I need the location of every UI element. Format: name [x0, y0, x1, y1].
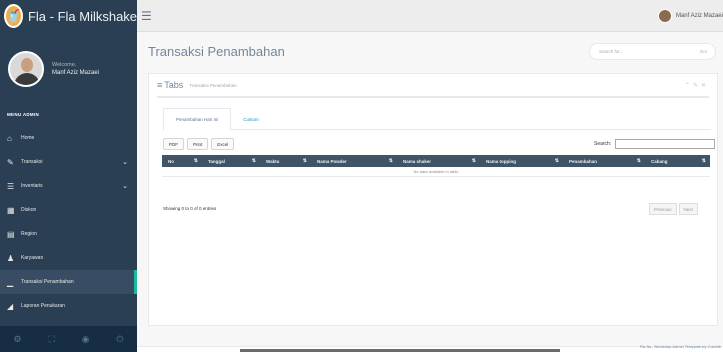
user-icon: ♟: [7, 253, 15, 263]
empty-table-message: No data available in table: [162, 167, 710, 177]
eye-slash-icon[interactable]: ◉: [82, 334, 90, 345]
tab-penambahan-hari-ini[interactable]: Penambahan Hari Ini: [163, 108, 232, 131]
column-header-waktu[interactable]: Waktu ⇅: [260, 155, 311, 167]
pagination: Previous Next: [649, 203, 698, 215]
chevron-down-icon: ⌄: [122, 183, 128, 190]
search-go-button[interactable]: Go!: [700, 49, 707, 54]
sort-icon: ⇅: [701, 158, 706, 164]
sidebar-item-label: Transaksi Penambahan: [21, 279, 74, 285]
sidebar-item-diskon[interactable]: ▦ Diskon: [0, 198, 137, 222]
sidebar-item-label: Home: [21, 135, 35, 141]
footer-text: Fla-fla - Bootstrap Admin Template by Co…: [639, 344, 721, 349]
sidebar-item-inventaris[interactable]: ☰ Inventaris ⌄: [0, 174, 137, 198]
brand[interactable]: 🥤 Fla - Fla Milkshake: [0, 0, 137, 32]
user-menu[interactable]: Manf Aziz Mazaei: [657, 8, 723, 23]
panel-subtitle: Transaksi Penambahan: [189, 82, 237, 88]
user-avatar: [657, 8, 672, 23]
page-title: Transaksi Penambahan: [148, 44, 285, 59]
table-header: No ⇅ Tanggal ⇅ Waktu ⇅ Nama Powder ⇅ Nama sh…: [162, 155, 710, 167]
power-icon[interactable]: ⏻: [116, 334, 123, 345]
milkshake-logo-icon: 🥤: [4, 4, 23, 28]
column-header-cabang[interactable]: Cabang ⇅: [645, 155, 710, 167]
welcome-text: Welcome,: [52, 62, 77, 68]
sort-icon: ⇅: [251, 158, 256, 164]
list-icon: ☰: [7, 181, 15, 191]
table-search-label: Search:: [594, 141, 612, 147]
previous-button[interactable]: Previous: [649, 203, 677, 215]
chevron-down-icon: ⌄: [122, 159, 128, 166]
sort-icon: ⇅: [388, 158, 393, 164]
column-header-tanggal[interactable]: Tanggal ⇅: [202, 155, 260, 167]
chart-icon: ▁: [7, 277, 14, 287]
gear-icon[interactable]: ⚙: [13, 334, 21, 345]
sidebar-footer: ⚙ ⛶ ◉ ⏻: [0, 326, 137, 352]
column-header-penambahan[interactable]: Penambahan ⇅: [563, 155, 645, 167]
sidebar-item-karyawan[interactable]: ♟ Karyawan: [0, 246, 137, 270]
fullscreen-icon[interactable]: ⛶: [48, 334, 54, 345]
table-icon: ▦: [7, 205, 15, 215]
menu-toggle-icon[interactable]: ☰: [141, 9, 152, 23]
car-icon: ◢: [7, 301, 14, 311]
sidebar-item-transaksi-penambahan[interactable]: ▁ Transaksi Penambahan: [0, 270, 137, 294]
profile: Welcome, Manf Aziz Mazaei: [0, 32, 137, 96]
wrench-icon[interactable]: ✎: [693, 83, 701, 89]
tab-custom[interactable]: Custom: [231, 108, 271, 130]
sidebar-item-label: Diskon: [21, 207, 37, 213]
menu-heading: MENU ADMIN: [7, 112, 40, 117]
sidebar-item-label: Region: [21, 231, 37, 237]
panel-title: Tabs: [164, 80, 184, 90]
sidebar-item-laporan-penukaran[interactable]: ◢ Laporan Penukaran: [0, 294, 137, 318]
sidebar-item-label: Transaksi: [21, 159, 43, 165]
column-header-no[interactable]: No ⇅: [162, 155, 202, 167]
data-table: No ⇅ Tanggal ⇅ Waktu ⇅ Nama Powder ⇅ Nama sh…: [162, 155, 710, 177]
home-icon: ⌂: [7, 133, 12, 143]
panel-header: ≡ Tabs Transaksi Penambahan ⌃✎✕: [157, 74, 709, 98]
avatar: [8, 51, 44, 87]
search-placeholder: Search for...: [599, 49, 624, 54]
panel-tools: ⌃✎✕: [685, 82, 709, 89]
sidebar-item-region[interactable]: ▤ Region: [0, 222, 137, 246]
close-icon[interactable]: ✕: [701, 83, 709, 89]
column-header-nama-shaker[interactable]: Nama shaker ⇅: [397, 155, 480, 167]
sort-icon: ⇅: [193, 158, 198, 164]
bars-icon: ≡: [157, 80, 163, 90]
pdf-button[interactable]: PDF: [163, 138, 184, 150]
table-info: Showing 0 to 0 of 0 entries: [163, 206, 217, 211]
collapse-icon[interactable]: ⌃: [685, 83, 693, 89]
content-panel: ≡ Tabs Transaksi Penambahan ⌃✎✕ Penambah…: [148, 73, 718, 326]
table-search-input[interactable]: [615, 139, 716, 149]
column-header-nama-powder[interactable]: Nama Powder ⇅: [311, 155, 397, 167]
export-buttons: PDF Print Excel: [163, 138, 235, 150]
tab-bar: Penambahan Hari Ini Custom: [163, 108, 711, 131]
sort-icon: ⇅: [636, 158, 641, 164]
excel-button[interactable]: Excel: [211, 138, 235, 150]
sidebar-item-home[interactable]: ⌂ Home: [0, 126, 137, 150]
sidebar-item-label: Karyawan: [21, 255, 44, 261]
sidebar-item-label: Laporan Penukaran: [21, 303, 65, 309]
sort-icon: ⇅: [554, 158, 559, 164]
print-button[interactable]: Print: [187, 138, 209, 150]
sidebar-item-transaksi[interactable]: ✎ Transaksi ⌄: [0, 150, 137, 174]
column-header-nama-topping[interactable]: Nama topping ⇅: [480, 155, 563, 167]
next-button[interactable]: Next: [678, 203, 698, 215]
sort-icon: ⇅: [471, 158, 476, 164]
table-search: Search:: [594, 139, 716, 149]
app-title: Fla - Fla Milkshake: [27, 8, 138, 24]
sidebar: 🥤 Fla - Fla Milkshake Welcome, Manf Aziz…: [0, 0, 137, 352]
profile-name: Manf Aziz Mazaei: [52, 70, 100, 76]
edit-icon: ✎: [7, 157, 14, 167]
file-icon: ▤: [7, 229, 15, 239]
sort-icon: ⇅: [302, 158, 307, 164]
top-nav: ☰ Manf Aziz Mazaei: [137, 0, 723, 32]
search-input[interactable]: Search for... Go!: [589, 43, 716, 60]
sidebar-item-label: Inventaris: [21, 183, 43, 189]
user-menu-name: Manf Aziz Mazaei: [675, 12, 723, 19]
